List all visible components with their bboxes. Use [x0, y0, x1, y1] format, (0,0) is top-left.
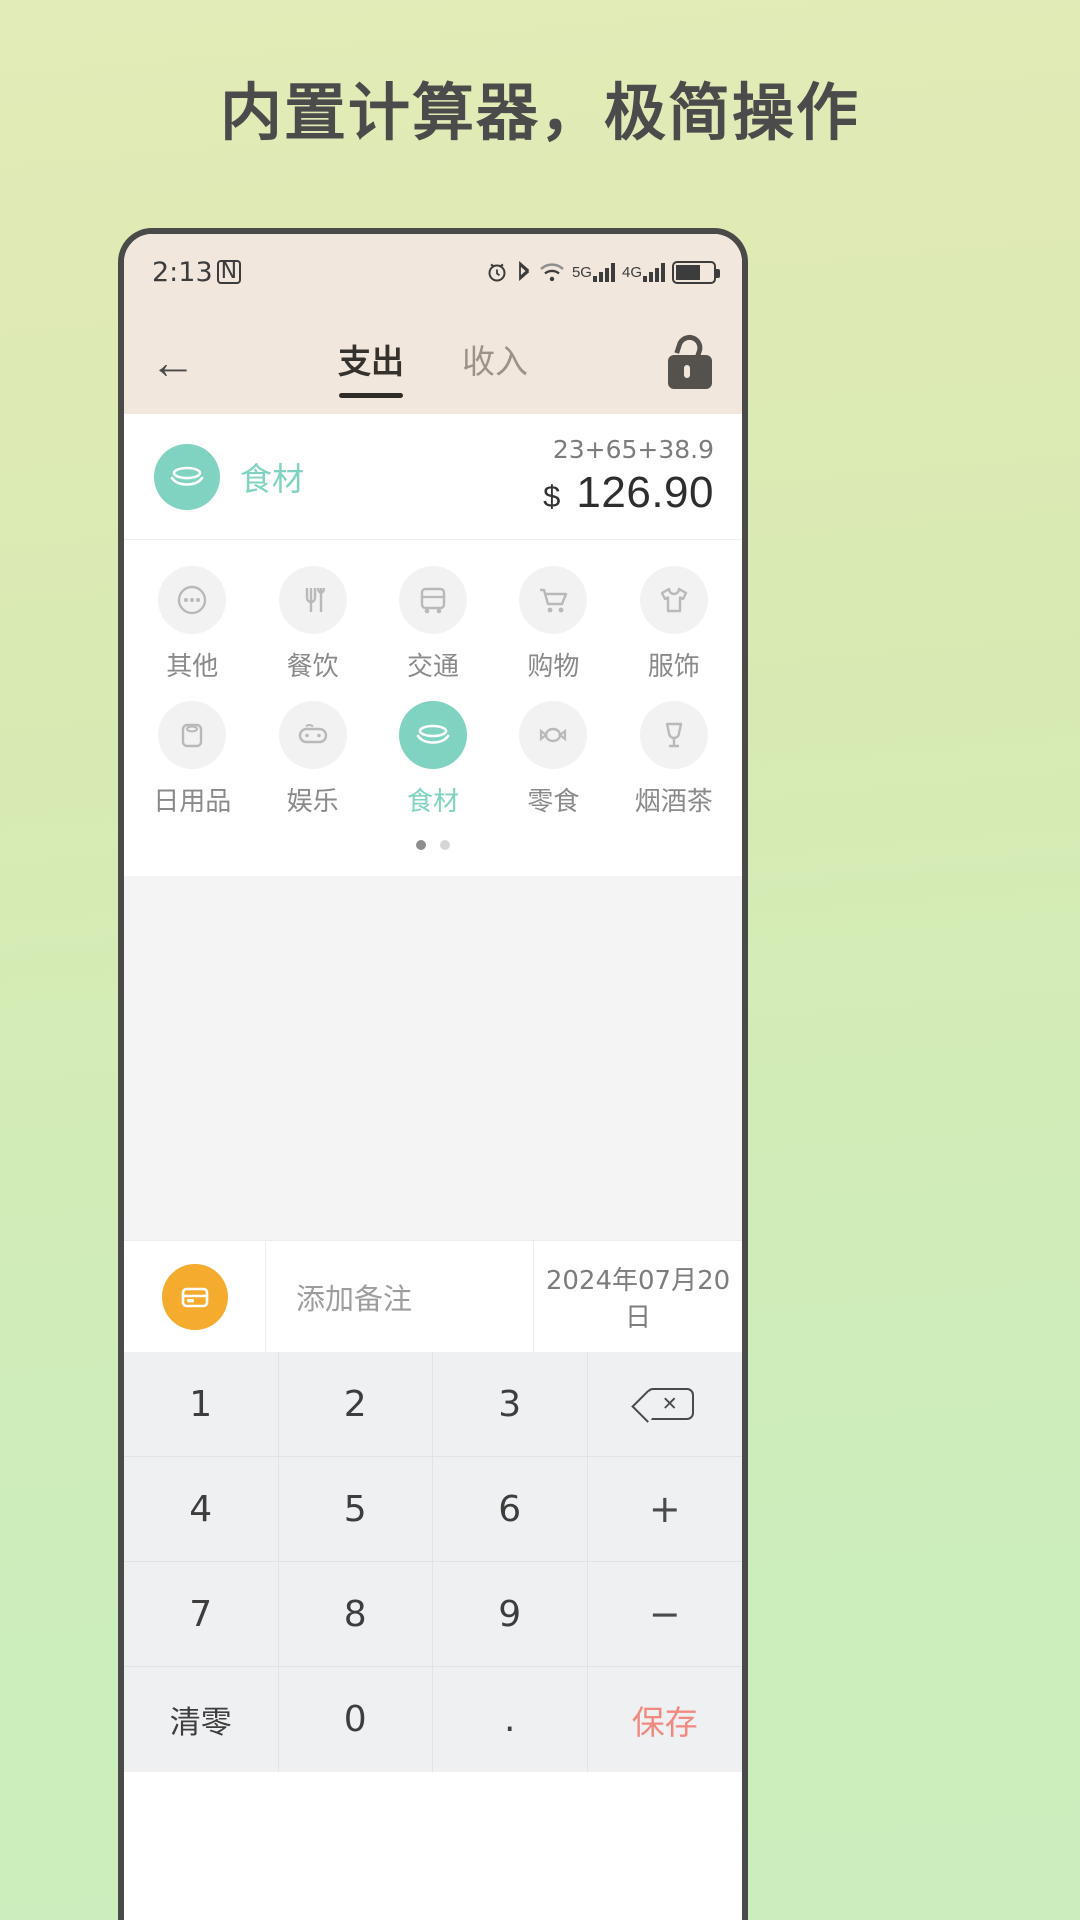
wallet-icon: [161, 1263, 228, 1330]
key-save[interactable]: 保存: [588, 1667, 743, 1772]
wine-glass-icon: [639, 701, 708, 769]
status-clock-group: 2:13 N: [152, 256, 242, 288]
category-label: 零食: [527, 787, 580, 817]
key-0[interactable]: 0: [279, 1667, 433, 1772]
category-item-tobacco-tea[interactable]: 烟酒茶: [614, 701, 734, 818]
key-8[interactable]: 8: [278, 1562, 433, 1667]
category-label: 交通: [406, 652, 459, 682]
gamepad-icon: [278, 701, 347, 769]
battery-charging-icon: ⚡: [672, 260, 720, 284]
clock-time: 2:13: [152, 256, 213, 288]
key-4[interactable]: 4: [124, 1457, 279, 1562]
amount-display: 23+65+38.9 $ 126.90: [543, 435, 714, 518]
page-dot-2[interactable]: [440, 840, 450, 850]
category-item-entertainment[interactable]: 娱乐: [252, 701, 372, 818]
bluetooth-icon: [516, 260, 532, 284]
category-label: 服饰: [647, 652, 700, 682]
category-item-ingredients[interactable]: 食材: [373, 701, 493, 818]
category-label: 购物: [527, 652, 580, 682]
signal-bars-1: [592, 262, 615, 282]
signal-4g-label: 4G: [621, 263, 642, 281]
tissue-roll-icon: [158, 701, 227, 769]
category-item-other[interactable]: 其他: [132, 566, 252, 683]
selected-category-chip[interactable]: 食材: [154, 443, 305, 510]
page-indicator: [132, 818, 734, 868]
category-label: 日用品: [153, 787, 232, 817]
top-nav-bar: ← 支出 收入: [124, 310, 742, 414]
category-label: 烟酒茶: [634, 787, 713, 817]
signal-5g-icon: 5G: [572, 262, 615, 282]
signal-4g-icon: 4G: [622, 262, 665, 282]
category-item-transport[interactable]: 交通: [373, 566, 493, 683]
backspace-icon: ✕: [645, 1388, 694, 1420]
key-plus[interactable]: +: [587, 1457, 742, 1562]
key-backspace[interactable]: ✕: [587, 1352, 742, 1457]
tshirt-icon: [639, 566, 708, 634]
key-2[interactable]: 2: [278, 1352, 433, 1457]
key-7[interactable]: 7: [124, 1562, 279, 1667]
selected-category-label: 食材: [240, 459, 305, 498]
category-label: 其他: [166, 652, 219, 682]
lock-keyhole: [684, 365, 690, 378]
nfc-icon: N: [216, 260, 242, 284]
key-dot[interactable]: .: [433, 1667, 588, 1772]
key-9[interactable]: 9: [433, 1562, 588, 1667]
category-label: 食材: [406, 787, 459, 817]
date-field[interactable]: 2024年07月20日: [534, 1260, 742, 1334]
category-panel: 其他 餐饮 交通 购物 服饰 日用品 娱乐 食材 零食 烟酒茶: [124, 540, 742, 876]
alarm-icon: [485, 260, 509, 284]
cutlery-icon: [278, 566, 347, 634]
calculator-keypad: 1 2 3 ✕ 4 5 6 + 7 8 9 − 清零 0 . 保存: [124, 1352, 742, 1772]
note-row: 添加备注 2024年07月20日: [124, 1240, 742, 1352]
key-5[interactable]: 5: [278, 1457, 433, 1562]
key-minus[interactable]: −: [587, 1562, 742, 1667]
tab-expense[interactable]: 支出: [338, 335, 404, 398]
category-label: 娱乐: [286, 787, 339, 817]
candy-icon: [519, 701, 588, 769]
status-bar: 2:13 N 5G 4G ⚡: [124, 234, 742, 310]
note-icon-cell[interactable]: [124, 1241, 266, 1352]
food-ingredient-icon: [398, 701, 467, 769]
tab-bar: 支出 收入: [124, 335, 742, 398]
category-grid: 其他 餐饮 交通 购物 服饰 日用品 娱乐 食材 零食 烟酒茶: [132, 566, 734, 818]
page-title: 内置计算器，极简操作: [219, 76, 860, 149]
category-item-clothing[interactable]: 服饰: [614, 566, 734, 683]
amount-line: $ 126.90: [543, 468, 714, 518]
key-clear[interactable]: 清零: [124, 1667, 279, 1772]
bus-icon: [398, 566, 467, 634]
category-item-dining[interactable]: 餐饮: [252, 566, 372, 683]
category-label: 餐饮: [286, 652, 339, 682]
category-item-snacks[interactable]: 零食: [493, 701, 613, 818]
phone-frame: 2:13 N 5G 4G ⚡ ← 支出 收入 食材 23+65+38.9 $ 1…: [118, 228, 748, 1920]
currency-symbol: $: [543, 479, 561, 514]
battery-bolt: ⚡: [688, 264, 700, 281]
content-spacer: [124, 876, 742, 1240]
amount-value: 126.90: [576, 468, 714, 517]
key-6[interactable]: 6: [433, 1457, 588, 1562]
category-item-daily[interactable]: 日用品: [132, 701, 252, 818]
page-dot-1[interactable]: [416, 840, 426, 850]
key-3[interactable]: 3: [433, 1352, 588, 1457]
wifi-icon: [539, 261, 565, 283]
food-ingredient-icon: [154, 443, 220, 510]
signal-bars-2: [643, 262, 665, 282]
note-input[interactable]: 添加备注: [266, 1241, 534, 1352]
cart-icon: [519, 566, 588, 634]
category-item-shopping[interactable]: 购物: [493, 566, 613, 683]
expression-text: 23+65+38.9: [552, 435, 714, 464]
status-icon-group: 5G 4G ⚡: [485, 260, 720, 284]
amount-row: 食材 23+65+38.9 $ 126.90: [124, 414, 742, 540]
lock-body: [668, 355, 712, 389]
ellipsis-icon: [158, 566, 227, 634]
key-1[interactable]: 1: [124, 1352, 279, 1457]
signal-5g-label: 5G: [571, 263, 592, 281]
tab-income[interactable]: 收入: [462, 335, 528, 389]
lock-open-icon[interactable]: [664, 331, 716, 389]
